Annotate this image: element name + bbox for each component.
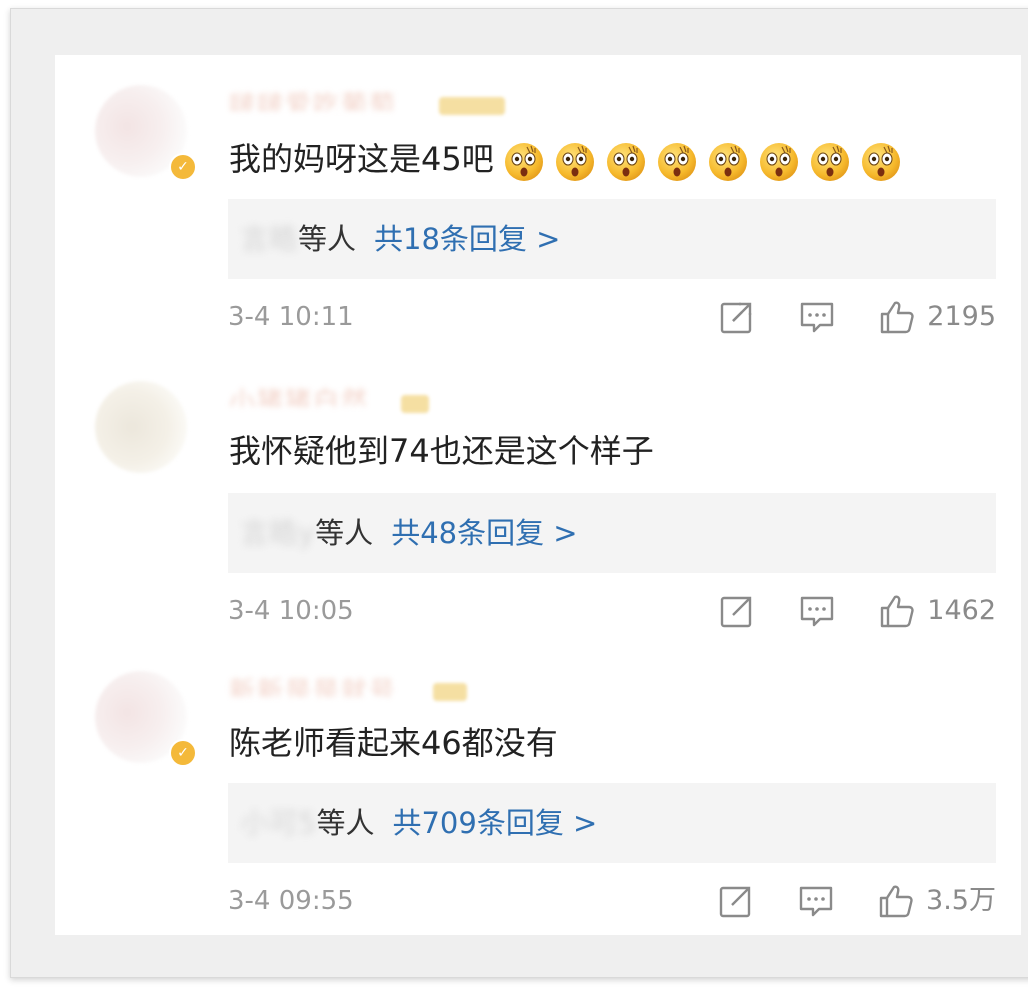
username[interactable]: 小猪猪白然 (229, 381, 429, 407)
comment-meta: 3-4 10:05 1462 (228, 591, 996, 631)
share-icon[interactable] (719, 593, 755, 629)
astonished-face-emoji (657, 142, 696, 181)
screenshot-frame: ✓ 啵啵爱吃葡萄 我的妈呀这是45吧 言皓等人 共18条回复 > 3-4 10:1… (10, 8, 1028, 978)
astonished-face-emoji (606, 142, 645, 181)
astonished-face-emoji (708, 142, 747, 181)
astonished-face-emoji (810, 142, 849, 181)
level-badge (439, 97, 505, 115)
action-bar: 3.5万 (718, 881, 996, 921)
comment-meta: 3-4 10:11 2195 (228, 297, 996, 337)
like-count: 3.5万 (926, 885, 996, 916)
comment-icon[interactable] (799, 593, 835, 629)
like-button[interactable]: 3.5万 (878, 881, 996, 921)
comment-text-body: 我的妈呀这是45吧 (229, 140, 494, 178)
timestamp: 3-4 10:11 (228, 302, 354, 332)
like-button[interactable]: 2195 (879, 297, 996, 337)
username[interactable]: 啵啵爱吃葡萄 (229, 85, 429, 111)
comment-list: ✓ 啵啵爱吃葡萄 我的妈呀这是45吧 言皓等人 共18条回复 > 3-4 10:1… (55, 55, 1021, 935)
comment-text: 陈老师看起来46都没有 (229, 723, 558, 763)
astonished-face-emoji (861, 142, 900, 181)
reply-count-link[interactable]: 共18条回复 > (374, 222, 560, 256)
comment-icon[interactable] (798, 883, 834, 919)
replier-suffix: 等人 (316, 806, 375, 840)
share-icon[interactable] (719, 299, 755, 335)
replier-suffix: 等人 (315, 516, 374, 550)
replier-name: 小可5 (240, 806, 317, 840)
reply-preview[interactable]: 言皓等人 共18条回复 > (228, 199, 996, 279)
reply-count-link[interactable]: 共709条回复 > (392, 806, 597, 840)
level-badge (401, 395, 429, 413)
comment-text-body: 陈老师看起来46都没有 (229, 724, 558, 762)
astonished-face-emoji (504, 142, 543, 181)
avatar[interactable] (95, 381, 187, 473)
verified-badge-icon: ✓ (169, 739, 197, 767)
like-count: 2195 (927, 301, 996, 332)
timestamp: 3-4 10:05 (228, 596, 354, 626)
comment-text: 我怀疑他到74也还是这个样子 (229, 431, 654, 471)
comment-text-body: 我怀疑他到74也还是这个样子 (229, 432, 654, 470)
comment-icon[interactable] (799, 299, 835, 335)
thumbs-up-icon (881, 595, 914, 628)
astonished-face-emoji (555, 142, 594, 181)
username[interactable]: 新新是是就号 (229, 671, 429, 697)
timestamp: 3-4 09:55 (228, 886, 354, 916)
like-button[interactable]: 1462 (879, 591, 996, 631)
astonished-face-emoji (759, 142, 798, 181)
replier-suffix: 等人 (298, 222, 357, 256)
replier-name: 言皓y (240, 516, 316, 550)
thumbs-up-icon (879, 885, 913, 918)
emoji-row (494, 140, 902, 183)
action-bar: 2195 (719, 297, 996, 337)
comment-text: 我的妈呀这是45吧 (229, 139, 902, 183)
replier[interactable]: 小可5等人 (240, 783, 374, 863)
reply-count-link[interactable]: 共48条回复 > (391, 516, 577, 550)
replier-name: 言皓 (240, 222, 299, 256)
comment-meta: 3-4 09:55 3.5万 (228, 881, 996, 921)
like-count: 1462 (927, 595, 996, 626)
verified-badge-icon: ✓ (169, 153, 197, 181)
replier[interactable]: 言皓y等人 (240, 493, 373, 573)
share-icon[interactable] (718, 883, 754, 919)
reply-preview[interactable]: 言皓y等人 共48条回复 > (228, 493, 996, 573)
level-badge (433, 683, 467, 701)
reply-preview[interactable]: 小可5等人 共709条回复 > (228, 783, 996, 863)
replier[interactable]: 言皓等人 (240, 199, 356, 279)
thumbs-up-icon (881, 301, 914, 334)
action-bar: 1462 (719, 591, 996, 631)
